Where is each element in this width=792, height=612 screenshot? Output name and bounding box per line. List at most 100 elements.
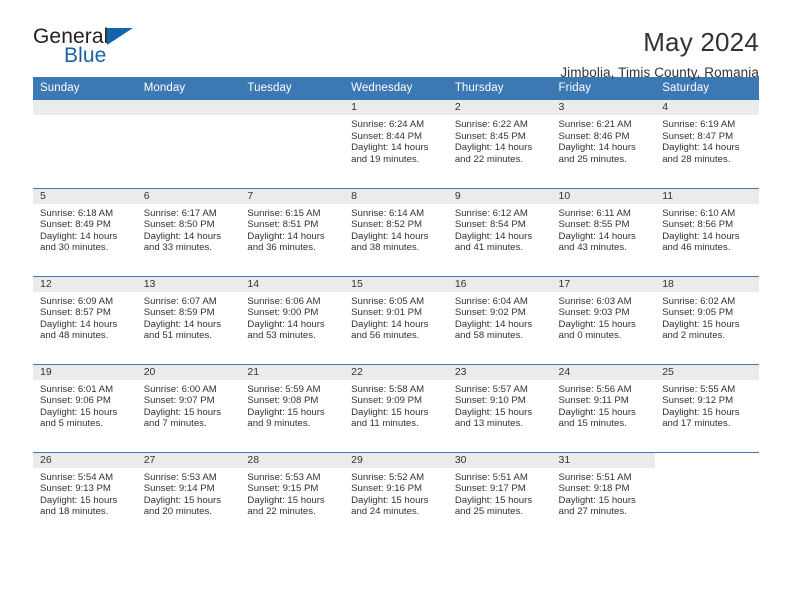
day-number: 10 (551, 188, 656, 204)
sunset-time: Sunset: 9:18 PM (558, 483, 630, 495)
sunset-time: Sunset: 8:51 PM (247, 219, 319, 231)
calendar-day-cell[interactable]: 26 Sunrise: 5:54 AM Sunset: 9:13 PM Dayligh… (33, 451, 137, 540)
sunrise-time: Sunrise: 5:51 AM (558, 471, 632, 483)
day-details: Sunrise: 6:22 AM Sunset: 8:45 PM Daylight:… (448, 115, 552, 165)
calendar-day-cell[interactable]: 27 Sunrise: 5:53 AM Sunset: 9:14 PM Dayligh… (136, 451, 241, 540)
calendar-day-cell[interactable]: 25 Sunrise: 5:55 AM Sunset: 9:12 PM Dayligh… (655, 363, 759, 452)
daylight-duration-line1: Daylight: 14 hours (662, 142, 740, 154)
weekday-header-friday: Friday (551, 77, 656, 100)
calendar-day-cell[interactable]: 16 Sunrise: 6:04 AM Sunset: 9:02 PM Dayligh… (447, 275, 552, 364)
calendar-day-cell[interactable]: 28 Sunrise: 5:53 AM Sunset: 9:15 PM Dayligh… (240, 451, 345, 540)
calendar-day-cell[interactable]: 14 Sunrise: 6:06 AM Sunset: 9:00 PM Dayligh… (240, 275, 345, 364)
day-details: Sunrise: 5:59 AM Sunset: 9:08 PM Daylight:… (240, 380, 344, 430)
daylight-duration-line2: and 46 minutes. (662, 242, 731, 254)
calendar-day-cell[interactable]: 24 Sunrise: 5:56 AM Sunset: 9:11 PM Dayligh… (551, 363, 656, 452)
calendar-page: General Blue May 2024 Jimbolia, Timis Co… (0, 0, 792, 612)
sunset-time: Sunset: 9:05 PM (662, 307, 734, 319)
daylight-duration-line1: Daylight: 15 hours (662, 318, 740, 330)
daylight-duration-line2: and 0 minutes. (558, 330, 622, 342)
sunset-time: Sunset: 8:59 PM (143, 307, 215, 319)
calendar-day-cell[interactable]: 29 Sunrise: 5:52 AM Sunset: 9:16 PM Dayligh… (344, 451, 448, 540)
sunset-time: Sunset: 8:47 PM (662, 130, 734, 142)
sunset-time: Sunset: 8:49 PM (40, 219, 111, 231)
calendar-body: 1 Sunrise: 6:24 AM Sunset: 8:44 PM Daylight… (33, 100, 759, 540)
calendar-day-cell[interactable]: 21 Sunrise: 5:59 AM Sunset: 9:08 PM Dayligh… (240, 363, 345, 452)
sunrise-time: Sunrise: 6:24 AM (351, 119, 425, 130)
sunset-time: Sunset: 9:03 PM (558, 307, 630, 319)
calendar-day-cell[interactable]: 31 Sunrise: 5:51 AM Sunset: 9:18 PM Dayligh… (551, 451, 656, 540)
daylight-duration-line1: Daylight: 15 hours (247, 494, 325, 506)
calendar-day-cell[interactable]: 6 Sunrise: 6:17 AM Sunset: 8:50 PM Daylight… (136, 187, 241, 276)
daylight-duration-line2: and 27 minutes. (558, 506, 627, 518)
calendar-week-row: 12 Sunrise: 6:09 AM Sunset: 8:57 PM Dayligh… (33, 275, 759, 364)
daylight-duration-line2: and 56 minutes. (351, 330, 420, 342)
daylight-duration-line1: Daylight: 15 hours (558, 494, 636, 506)
sunrise-time: Sunrise: 5:53 AM (143, 471, 217, 483)
calendar-day-cell[interactable]: 8 Sunrise: 6:14 AM Sunset: 8:52 PM Daylight… (344, 187, 448, 276)
weekday-header-sunday: Sunday (33, 77, 137, 100)
calendar-day-cell[interactable]: 20 Sunrise: 6:00 AM Sunset: 9:07 PM Dayligh… (136, 363, 241, 452)
daylight-duration-line1: Daylight: 14 hours (40, 318, 118, 330)
calendar-day-cell[interactable]: 13 Sunrise: 6:07 AM Sunset: 8:59 PM Dayligh… (136, 275, 241, 364)
sunrise-time: Sunrise: 6:21 AM (558, 119, 632, 130)
daylight-duration-line1: Daylight: 14 hours (143, 318, 222, 330)
calendar-day-cell[interactable]: 3 Sunrise: 6:21 AM Sunset: 8:46 PM Daylight… (551, 100, 656, 188)
day-details: Sunrise: 5:57 AM Sunset: 9:10 PM Daylight:… (448, 380, 552, 430)
sunset-time: Sunset: 9:15 PM (247, 483, 319, 495)
daylight-duration-line2: and 38 minutes. (351, 242, 420, 254)
calendar-day-cell[interactable]: 19 Sunrise: 6:01 AM Sunset: 9:06 PM Dayligh… (33, 363, 137, 452)
weekday-header-saturday: Saturday (655, 77, 759, 100)
calendar-day-cell[interactable]: 4 Sunrise: 6:19 AM Sunset: 8:47 PM Daylight… (655, 100, 759, 188)
day-details: Sunrise: 5:54 AM Sunset: 9:13 PM Daylight:… (33, 468, 137, 518)
calendar-day-cell[interactable]: 15 Sunrise: 6:05 AM Sunset: 9:01 PM Dayligh… (344, 275, 448, 364)
day-details: Sunrise: 6:04 AM Sunset: 9:02 PM Daylight:… (448, 292, 552, 342)
day-number: 14 (240, 276, 345, 292)
sunset-time: Sunset: 8:50 PM (143, 219, 215, 231)
calendar-day-cell[interactable]: 9 Sunrise: 6:12 AM Sunset: 8:54 PM Daylight… (447, 187, 552, 276)
sunrise-time: Sunrise: 6:22 AM (454, 119, 528, 130)
daylight-duration-line1: Daylight: 15 hours (662, 406, 740, 418)
daylight-duration-line1: Daylight: 15 hours (247, 406, 325, 418)
calendar-day-cell[interactable]: 2 Sunrise: 6:22 AM Sunset: 8:45 PM Daylight… (447, 100, 552, 188)
calendar-day-cell[interactable]: 11 Sunrise: 6:10 AM Sunset: 8:56 PM Dayligh… (655, 187, 759, 276)
day-number: 12 (33, 276, 137, 292)
calendar-day-cell[interactable]: 10 Sunrise: 6:11 AM Sunset: 8:55 PM Dayligh… (551, 187, 656, 276)
daylight-duration-line2: and 17 minutes. (662, 418, 731, 430)
daylight-duration-line1: Daylight: 14 hours (40, 230, 118, 242)
sunrise-time: Sunrise: 5:59 AM (247, 383, 321, 395)
daylight-duration-line1: Daylight: 14 hours (454, 318, 533, 330)
calendar-day-cell[interactable]: 5 Sunrise: 6:18 AM Sunset: 8:49 PM Daylight… (33, 187, 137, 276)
calendar-day-cell[interactable]: 18 Sunrise: 6:02 AM Sunset: 9:05 PM Dayligh… (655, 275, 759, 364)
daylight-duration-line1: Daylight: 14 hours (351, 142, 429, 154)
calendar-day-cell[interactable]: 23 Sunrise: 5:57 AM Sunset: 9:10 PM Dayligh… (447, 363, 552, 452)
sunset-time: Sunset: 8:57 PM (40, 307, 111, 319)
sunrise-time: Sunrise: 6:01 AM (40, 383, 114, 395)
daylight-duration-line2: and 58 minutes. (454, 330, 524, 342)
calendar-day-cell[interactable]: 1 Sunrise: 6:24 AM Sunset: 8:44 PM Daylight… (344, 100, 448, 188)
calendar-day-cell[interactable]: 30 Sunrise: 5:51 AM Sunset: 9:17 PM Dayligh… (447, 451, 552, 540)
sunrise-time: Sunrise: 6:03 AM (558, 295, 632, 307)
day-details: Sunrise: 6:15 AM Sunset: 8:51 PM Daylight:… (240, 204, 344, 254)
sunrise-time: Sunrise: 5:58 AM (351, 383, 425, 395)
daylight-duration-line1: Daylight: 14 hours (662, 230, 740, 242)
sunrise-time: Sunrise: 6:17 AM (143, 207, 217, 219)
daylight-duration-line1: Daylight: 15 hours (558, 318, 636, 330)
day-details: Sunrise: 6:03 AM Sunset: 9:03 PM Daylight:… (552, 292, 656, 342)
sunset-time: Sunset: 9:17 PM (454, 483, 526, 495)
daylight-duration-line1: Daylight: 15 hours (143, 406, 222, 418)
day-details: Sunrise: 6:07 AM Sunset: 8:59 PM Daylight:… (137, 292, 241, 342)
calendar-day-cell[interactable]: 22 Sunrise: 5:58 AM Sunset: 9:09 PM Dayligh… (344, 363, 448, 452)
sunrise-time: Sunrise: 5:52 AM (351, 471, 425, 483)
calendar-day-cell[interactable]: 12 Sunrise: 6:09 AM Sunset: 8:57 PM Dayligh… (33, 275, 137, 364)
daylight-duration-line2: and 30 minutes. (40, 242, 109, 254)
calendar-day-cell[interactable]: 7 Sunrise: 6:15 AM Sunset: 8:51 PM Daylight… (240, 187, 345, 276)
calendar-table: Sunday Monday Tuesday Wednesday Thursday… (33, 77, 759, 540)
brand-logo[interactable]: General Blue (33, 26, 149, 74)
daylight-duration-line2: and 48 minutes. (40, 330, 109, 342)
day-number: 16 (447, 276, 552, 292)
sunset-time: Sunset: 9:11 PM (558, 395, 629, 407)
calendar-day-cell[interactable]: 17 Sunrise: 6:03 AM Sunset: 9:03 PM Dayligh… (551, 275, 656, 364)
day-number: 1 (344, 100, 448, 115)
day-number: 27 (136, 452, 241, 468)
daylight-duration-line1: Daylight: 14 hours (143, 230, 222, 242)
